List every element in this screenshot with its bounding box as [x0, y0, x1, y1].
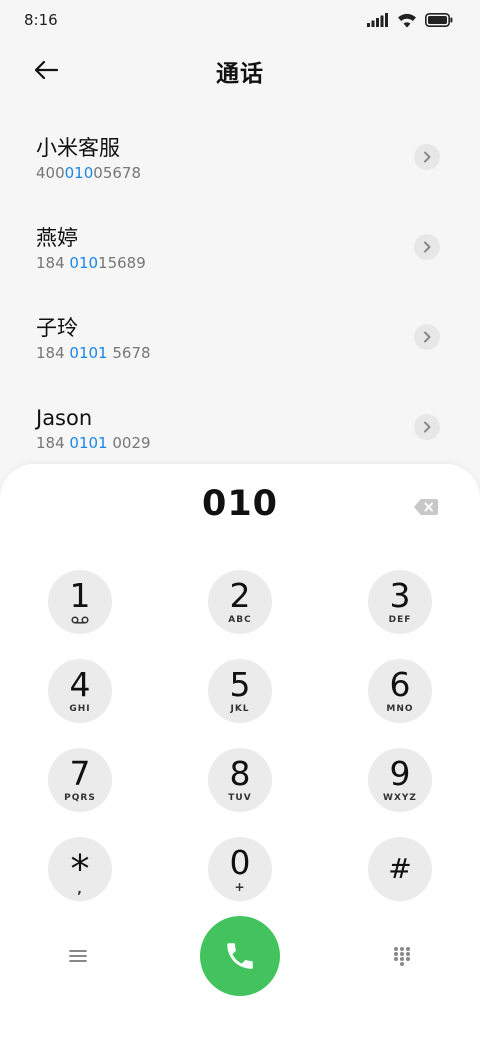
header: 通话: [0, 44, 480, 96]
status-icons: [367, 13, 453, 28]
dialpad-sheet: 010 1 2 ABC 3 DEF 4 GHI 5 JKL 6 MNO 7 PQ…: [0, 464, 480, 1040]
chevron-right-icon: [424, 421, 431, 433]
wifi-icon: [398, 13, 416, 27]
contact-item[interactable]: 燕婷 184 01015689: [0, 203, 480, 293]
call-button[interactable]: [200, 916, 280, 996]
contact-number: 40001005678: [36, 164, 141, 182]
keypad-toggle-button[interactable]: [386, 942, 418, 970]
status-time: 8:16: [24, 11, 58, 29]
contact-details-button[interactable]: [414, 144, 440, 170]
menu-icon: [69, 950, 87, 962]
key-5[interactable]: 5 JKL: [208, 659, 272, 723]
key-9[interactable]: 9 WXYZ: [368, 748, 432, 812]
status-bar: 8:16: [0, 0, 480, 40]
chevron-right-icon: [424, 241, 431, 253]
voicemail-icon: [71, 616, 89, 624]
contact-list: 小米客服 40001005678 燕婷 184 01015689 子玲 184 …: [0, 113, 480, 473]
key-0[interactable]: 0 +: [208, 837, 272, 901]
key-3[interactable]: 3 DEF: [368, 570, 432, 634]
key-hash[interactable]: #: [368, 837, 432, 901]
contact-details-button[interactable]: [414, 234, 440, 260]
key-1[interactable]: 1: [48, 570, 112, 634]
key-6[interactable]: 6 MNO: [368, 659, 432, 723]
menu-button[interactable]: [62, 942, 94, 970]
contact-item[interactable]: 子玲 184 0101 5678: [0, 293, 480, 383]
key-2[interactable]: 2 ABC: [208, 570, 272, 634]
chevron-right-icon: [424, 151, 431, 163]
signal-icon: [367, 13, 388, 27]
contact-number: 184 0101 5678: [36, 344, 151, 362]
key-star[interactable]: * ,: [48, 837, 112, 901]
chevron-right-icon: [424, 331, 431, 343]
typed-number-display: 010: [201, 484, 279, 524]
dialer-action-bar: [0, 916, 480, 996]
backspace-icon: [414, 499, 438, 515]
battery-icon: [425, 13, 453, 27]
contact-number: 184 01015689: [36, 254, 146, 272]
key-4[interactable]: 4 GHI: [48, 659, 112, 723]
contact-item[interactable]: Jason 184 0101 0029: [0, 383, 480, 473]
page-title: 通话: [216, 61, 264, 87]
contact-item[interactable]: 小米客服 40001005678: [0, 113, 480, 203]
key-8[interactable]: 8 TUV: [208, 748, 272, 812]
contact-details-button[interactable]: [414, 414, 440, 440]
phone-icon: [227, 943, 253, 969]
contact-details-button[interactable]: [414, 324, 440, 350]
backspace-button[interactable]: [412, 496, 440, 518]
dialpad-icon: [394, 947, 410, 966]
key-7[interactable]: 7 PQRS: [48, 748, 112, 812]
contact-number: 184 0101 0029: [36, 434, 151, 452]
